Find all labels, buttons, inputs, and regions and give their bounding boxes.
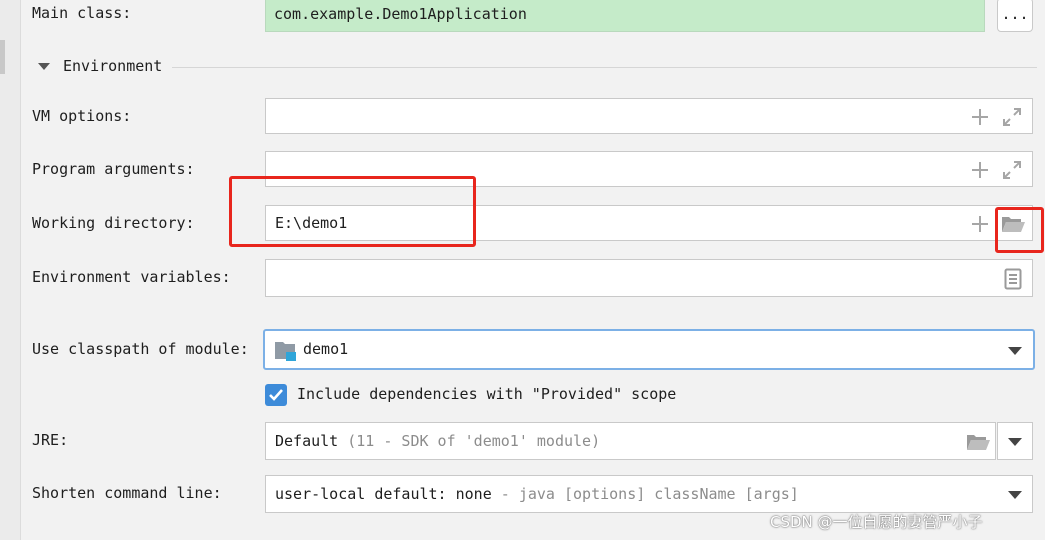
plus-icon[interactable] [972, 109, 988, 125]
left-gutter [0, 0, 21, 540]
shorten-command-line-label: Shorten command line: [32, 484, 222, 502]
environment-toggle[interactable]: Environment [38, 57, 168, 77]
jre-field[interactable]: Default (11 - SDK of 'demo1' module) [265, 422, 996, 460]
plus-icon[interactable] [972, 216, 988, 232]
browse-label: ... [1001, 5, 1029, 23]
document-icon[interactable] [1004, 268, 1022, 290]
program-arguments-label: Program arguments: [32, 160, 195, 178]
chevron-down-icon [1008, 491, 1022, 499]
gutter-marker [0, 40, 5, 74]
chevron-down-icon [1008, 438, 1022, 446]
triangle-down-icon [38, 63, 50, 70]
folder-icon[interactable] [965, 431, 991, 453]
check-icon [265, 384, 287, 406]
expand-icon[interactable] [1001, 106, 1023, 128]
main-class-browse-button[interactable]: ... [997, 0, 1033, 32]
expand-icon[interactable] [1001, 159, 1023, 181]
shorten-command-line-dropdown[interactable]: user-local default: none - java [options… [265, 475, 1033, 513]
section-divider [172, 67, 1037, 68]
working-directory-label: Working directory: [32, 214, 195, 232]
working-directory-highlight [229, 176, 476, 247]
environment-variables-field[interactable] [265, 259, 1033, 297]
main-class-value: com.example.Demo1Application [274, 5, 527, 23]
shorten-command-line-hint: - java [options] className [args] [500, 485, 799, 503]
classpath-module-label: Use classpath of module: [32, 340, 249, 358]
include-dependencies-checkbox[interactable]: Include dependencies with "Provided" sco… [265, 383, 685, 407]
classpath-module-value: demo1 [303, 340, 349, 358]
environment-variables-label: Environment variables: [32, 268, 231, 286]
module-icon [275, 342, 296, 361]
main-class-label: Main class: [32, 4, 132, 22]
jre-hint: (11 - SDK of 'demo1' module) [347, 432, 601, 450]
classpath-module-dropdown[interactable]: demo1 [263, 329, 1035, 370]
jre-dropdown-button[interactable] [997, 422, 1033, 460]
include-dependencies-label: Include dependencies with "Provided" sco… [297, 385, 677, 403]
vm-options-label: VM options: [32, 107, 132, 125]
shorten-command-line-value: user-local default: none [275, 485, 492, 503]
vm-options-field[interactable] [265, 98, 1033, 134]
plus-icon[interactable] [972, 162, 988, 178]
environment-title: Environment [63, 57, 163, 75]
chevron-down-icon [1008, 347, 1022, 355]
watermark: CSDN @一位自愿的妻管严小子 [770, 513, 983, 531]
jre-label: JRE: [32, 431, 69, 449]
jre-value: Default [275, 432, 339, 450]
folder-button-highlight [995, 207, 1044, 253]
main-class-field[interactable]: com.example.Demo1Application [265, 0, 985, 32]
